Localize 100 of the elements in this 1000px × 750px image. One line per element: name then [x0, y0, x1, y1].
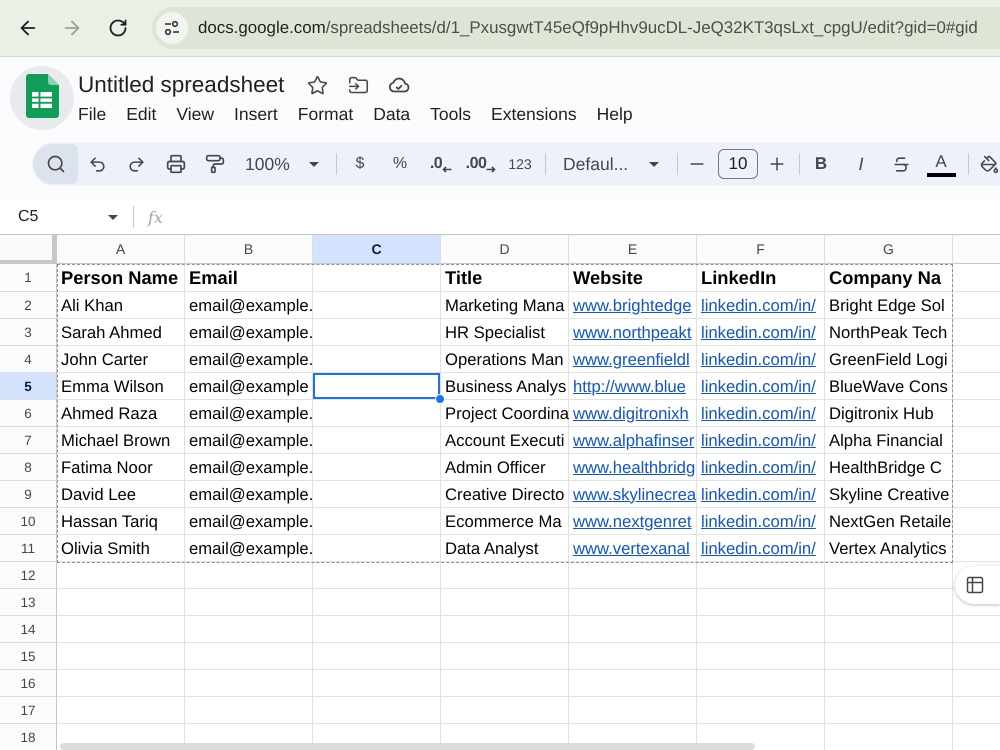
cell-link[interactable]: www.greenfieldl — [573, 350, 690, 370]
column-header[interactable]: C — [313, 235, 441, 264]
paint-roller-icon[interactable] — [204, 154, 224, 174]
row-header[interactable]: 18 — [0, 724, 57, 750]
menu-item[interactable]: File — [78, 104, 106, 124]
row-header[interactable]: 7 — [0, 427, 57, 454]
site-settings-icon[interactable] — [156, 12, 188, 44]
horizontal-scrollbar[interactable] — [60, 743, 755, 750]
table-cell: email@example. — [185, 454, 313, 481]
table-cell: email@example. — [185, 346, 313, 373]
menu-item[interactable]: Format — [298, 104, 354, 124]
table-cell: HR Specialist — [441, 319, 569, 346]
row-header[interactable]: 17 — [0, 697, 57, 724]
table-cell: Hassan Tariq — [57, 508, 185, 535]
cell-link[interactable]: linkedin.com/in/ — [701, 538, 816, 558]
spreadsheet-logo-icon[interactable] — [10, 66, 74, 130]
menu-item[interactable]: Extensions — [491, 104, 577, 124]
menu-item[interactable]: Tools — [430, 104, 472, 124]
row-header[interactable]: 8 — [0, 454, 57, 481]
bold-button[interactable]: B — [801, 148, 841, 180]
document-title[interactable]: Untitled spreadsheet — [78, 72, 284, 98]
table-cell: Account Executi — [441, 427, 569, 454]
font-size-field[interactable]: 10 — [718, 149, 758, 179]
row-header[interactable]: 6 — [0, 400, 57, 427]
decrease-decimal-button[interactable]: .0 — [420, 148, 460, 180]
number-format-button[interactable]: 123 — [500, 148, 540, 180]
cell-link[interactable]: linkedin.com/in/ — [701, 296, 816, 316]
row-header[interactable]: 12 — [0, 562, 57, 589]
table-cell: Operations Man — [441, 346, 569, 373]
strikethrough-icon[interactable] — [892, 154, 910, 174]
row-header[interactable]: 15 — [0, 643, 57, 670]
cell-link[interactable]: linkedin.com/in/ — [701, 430, 816, 450]
italic-button[interactable]: I — [841, 148, 881, 180]
function-label: fx — [148, 208, 163, 226]
cell-link[interactable]: linkedin.com/in/ — [701, 484, 816, 504]
cell-link[interactable]: www.vertexanal — [573, 538, 690, 558]
table-cell: email@example. — [185, 427, 313, 454]
cell-link[interactable]: linkedin.com/in/ — [701, 512, 816, 532]
star-icon[interactable] — [306, 74, 328, 96]
cell-link[interactable]: linkedin.com/in/ — [701, 350, 816, 370]
menu-item[interactable]: Edit — [126, 104, 156, 124]
undo-icon[interactable] — [88, 154, 107, 174]
cell-link[interactable]: linkedin.com/in/ — [701, 458, 816, 478]
row-header[interactable]: 3 — [0, 319, 57, 346]
font-dropdown[interactable]: Defaul... — [552, 148, 668, 180]
row-header[interactable]: 5 — [0, 373, 57, 400]
table-cell: David Lee — [57, 481, 185, 508]
search-button[interactable] — [33, 144, 78, 184]
row-header[interactable]: 2 — [0, 292, 57, 319]
column-header[interactable]: E — [569, 235, 697, 264]
column-header[interactable]: D — [441, 235, 569, 264]
row-header[interactable]: 10 — [0, 508, 57, 535]
row-header[interactable]: 14 — [0, 616, 57, 643]
table-chip-button[interactable] — [955, 566, 1000, 604]
row-header[interactable]: 11 — [0, 535, 57, 562]
table-cell: NorthPeak Tech — [825, 319, 953, 346]
row-header[interactable]: 16 — [0, 670, 57, 697]
cell-link[interactable]: www.brightedge — [573, 296, 692, 316]
menu-item[interactable]: Insert — [234, 104, 278, 124]
menu-item[interactable]: View — [176, 104, 214, 124]
folder-move-icon[interactable] — [348, 74, 369, 96]
redo-icon[interactable] — [127, 154, 146, 174]
table-cell: Emma Wilson — [57, 373, 185, 400]
column-title-cell: Person Name — [57, 264, 185, 292]
table-cell: BlueWave Cons — [825, 373, 953, 400]
row-header[interactable]: 13 — [0, 589, 57, 616]
cell-link[interactable]: http://www.blue — [573, 376, 686, 396]
reload-icon[interactable] — [108, 18, 128, 38]
cell-link[interactable]: linkedin.com/in/ — [701, 376, 816, 396]
column-header[interactable]: F — [697, 235, 825, 264]
row-header[interactable]: 1 — [0, 264, 57, 292]
menu-item[interactable]: Data — [373, 104, 410, 124]
paint-bucket-icon[interactable] — [980, 154, 999, 174]
currency-format-button[interactable]: $ — [340, 148, 380, 180]
name-box[interactable]: C5 — [0, 202, 128, 232]
cell-link[interactable]: www.skylinecrea — [573, 484, 696, 504]
increase-decimal-button[interactable]: .00 — [460, 148, 500, 180]
table-cell: NextGen Retaile — [825, 508, 953, 535]
cell-link[interactable]: www.healthbridg — [573, 458, 696, 478]
cell-link[interactable]: www.northpeakt — [573, 322, 692, 342]
column-title-cell: Website — [569, 264, 697, 292]
table-cell: Bright Edge Sol — [825, 292, 953, 319]
column-header[interactable]: A — [57, 235, 185, 264]
percent-format-button[interactable]: % — [380, 148, 420, 180]
column-header[interactable]: G — [825, 235, 953, 264]
menu-item[interactable]: Help — [596, 104, 633, 124]
print-icon[interactable] — [166, 154, 186, 174]
row-header[interactable]: 9 — [0, 481, 57, 508]
cell-link[interactable]: www.nextgenret — [573, 512, 692, 532]
cell-link[interactable]: linkedin.com/in/ — [701, 322, 816, 342]
zoom-dropdown[interactable]: 100% — [234, 148, 327, 180]
fill-handle-icon[interactable] — [435, 394, 445, 404]
column-header[interactable]: B — [185, 235, 313, 264]
text-color-button[interactable]: A — [921, 146, 961, 182]
table-cell: Business Analys — [441, 373, 569, 400]
caret-icon — [108, 214, 118, 220]
cell-link[interactable]: www.alphafinser — [573, 430, 694, 450]
row-header[interactable]: 4 — [0, 346, 57, 373]
cell-link[interactable]: www.digitronixh — [573, 404, 689, 424]
cell-link[interactable]: linkedin.com/in/ — [701, 404, 816, 424]
